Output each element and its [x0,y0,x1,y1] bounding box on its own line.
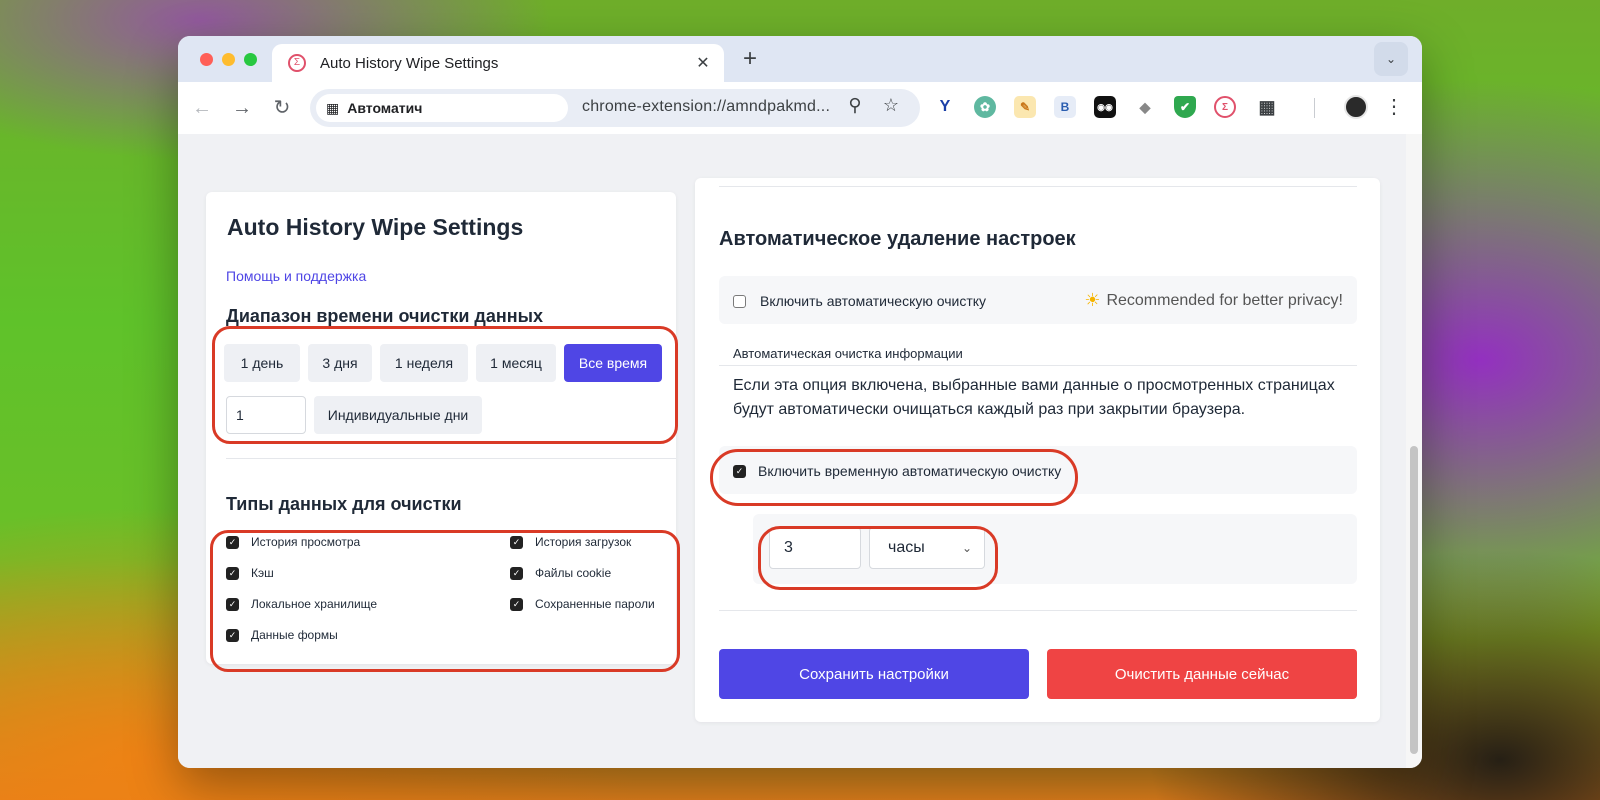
checkbox-checked-icon[interactable]: ✓ [226,535,239,549]
checkbox-checked-icon[interactable]: ✓ [510,535,523,549]
auto-clean-label: Включить автоматическую очистку [760,293,987,309]
checkbox-label: История загрузок [535,535,632,549]
extension-history-wipe-icon[interactable]: Σ [1214,96,1236,118]
temp-clean-row: ✓ Включить временную автоматическую очис… [719,446,1357,494]
reload-icon[interactable]: ↻ [268,94,296,122]
save-settings-button[interactable]: Сохранить настройки [719,649,1029,699]
help-link[interactable]: Помощь и поддержка [226,268,366,284]
checkbox-checked-icon[interactable]: ✓ [510,597,523,611]
interval-input[interactable]: 3 [769,527,861,569]
interval-unit-select[interactable]: часы ⌄ [869,527,985,569]
checkbox-local-storage[interactable]: ✓ Локальное хранилище [226,597,377,611]
close-tab-icon[interactable]: ✕ [692,53,714,73]
scrollbar-thumb[interactable] [1410,446,1418,754]
maximize-window-button[interactable] [244,53,257,66]
interval-row: 3 часы ⌄ [753,514,1357,584]
extensions-puzzle-icon[interactable]: ▦ [1256,96,1278,118]
time-range-heading: Диапазон времени очистки данных [226,306,543,326]
actions-divider [719,610,1357,611]
extension-pencil-icon[interactable]: ✎ [1014,96,1036,118]
auto-delete-heading: Автоматическое удаление настроек [719,228,1076,250]
toolbar-divider [1314,98,1315,118]
recommendation-note: ☀ Recommended for better privacy! [1084,290,1343,311]
more-menu-icon[interactable]: ⋮ [1384,94,1404,119]
profile-avatar[interactable] [1344,95,1368,119]
interval-unit-value: часы [888,539,925,556]
checkbox-checked-icon[interactable]: ✓ [226,628,239,642]
minimize-window-button[interactable] [222,53,235,66]
auto-clean-row: Включить автоматическую очистку ☀ Recomm… [719,276,1357,324]
checkbox-checked-icon[interactable]: ✓ [226,597,239,611]
tab-strip: Σ Auto History Wipe Settings ✕ + ⌄ [178,36,1422,82]
temp-clean-toggle[interactable]: ✓ Включить временную автоматическую очис… [733,463,1061,479]
auto-clean-toggle[interactable]: Включить автоматическую очистку [733,293,986,309]
checkbox-label: Данные формы [251,628,338,642]
clear-now-button[interactable]: Очистить данные сейчас [1047,649,1357,699]
forward-arrow-icon[interactable]: → [228,94,256,122]
custom-days-input[interactable]: 1 [226,396,306,434]
new-tab-button[interactable]: + [736,45,764,73]
extension-b-icon[interactable]: B [1054,96,1076,118]
browser-window: Σ Auto History Wipe Settings ✕ + ⌄ ← → ↻… [178,36,1422,768]
page-scrollbar[interactable] [1406,134,1422,768]
puzzle-piece-icon: ▦ [326,99,340,116]
bookmark-star-icon[interactable]: ☆ [878,95,904,116]
address-bar[interactable]: ▦ Автоматич chrome-extension://amndpakmd… [310,89,920,127]
url-text[interactable]: chrome-extension://amndpakmd... [582,98,830,116]
tab-search-button[interactable]: ⌄ [1374,42,1408,76]
chevron-down-icon: ⌄ [961,541,972,555]
extension-glasses-icon[interactable]: ◉◉ [1094,96,1116,118]
extension-favicon-icon: Σ [288,54,306,72]
page-title: Auto History Wipe Settings [227,214,524,240]
tab-active[interactable]: Σ Auto History Wipe Settings ✕ [272,44,724,82]
settings-card-left: Auto History Wipe Settings Помощь и подд… [206,192,676,664]
checkbox-label: Локальное хранилище [251,597,378,611]
checkbox-saved-passwords[interactable]: ✓ Сохраненные пароли [510,597,655,611]
range-1-day-button[interactable]: 1 день [224,344,300,382]
data-types-heading: Типы данных для очистки [226,494,462,514]
info-label: Автоматическая очистка информации [733,346,963,361]
browser-toolbar: ← → ↻ ▦ Автоматич chrome-extension://amn… [178,82,1422,134]
checkbox-label: Сохраненные пароли [535,597,655,611]
checkbox-unchecked-icon[interactable] [733,294,746,308]
info-text: Если эта опция включена, выбранные вами … [733,377,1335,418]
section-divider [226,458,676,459]
checkbox-label: Файлы cookie [535,566,612,580]
checkbox-checked-icon[interactable]: ✓ [733,464,746,478]
checkbox-checked-icon[interactable]: ✓ [510,566,523,580]
checkbox-label: История просмотра [251,535,361,549]
checkbox-form-data[interactable]: ✓ Данные формы [226,628,338,642]
extension-page: Auto History Wipe Settings Помощь и подд… [178,134,1406,768]
checkbox-cache[interactable]: ✓ Кэш [226,566,274,580]
site-info-chip[interactable]: ▦ Автоматич [316,94,568,122]
temp-clean-label: Включить временную автоматическую очистк… [758,463,1062,479]
extension-flower-icon[interactable]: ✿ [974,96,996,118]
checkbox-browsing-history[interactable]: ✓ История просмотра [226,535,360,549]
checkbox-label: Кэш [251,566,274,580]
checkbox-cookies[interactable]: ✓ Файлы cookie [510,566,611,580]
close-window-button[interactable] [200,53,213,66]
recommendation-text: Recommended for better privacy! [1106,291,1343,309]
extension-y-icon[interactable]: Y [934,96,956,118]
tab-title: Auto History Wipe Settings [320,54,499,72]
zoom-icon[interactable]: ⚲ [842,95,868,116]
chevron-down-icon: ⌄ [1385,52,1397,66]
checkbox-checked-icon[interactable]: ✓ [226,566,239,580]
site-info-label: Автоматич [347,100,423,116]
lightbulb-icon: ☀ [1084,290,1101,310]
back-arrow-icon[interactable]: ← [188,94,216,122]
range-1-month-button[interactable]: 1 месяц [476,344,556,382]
range-3-days-button[interactable]: 3 дня [308,344,372,382]
checkbox-download-history[interactable]: ✓ История загрузок [510,535,631,549]
custom-days-button[interactable]: Индивидуальные дни [314,396,482,434]
extension-diamond-icon[interactable]: ◆ [1134,96,1156,118]
info-divider [719,365,1357,366]
settings-card-right: Автоматическое удаление настроек Включит… [695,178,1380,722]
range-all-time-button[interactable]: Все время [564,344,662,382]
range-1-week-button[interactable]: 1 неделя [380,344,468,382]
section-divider [719,186,1357,187]
extension-shield-icon[interactable]: ✔ [1174,96,1196,118]
